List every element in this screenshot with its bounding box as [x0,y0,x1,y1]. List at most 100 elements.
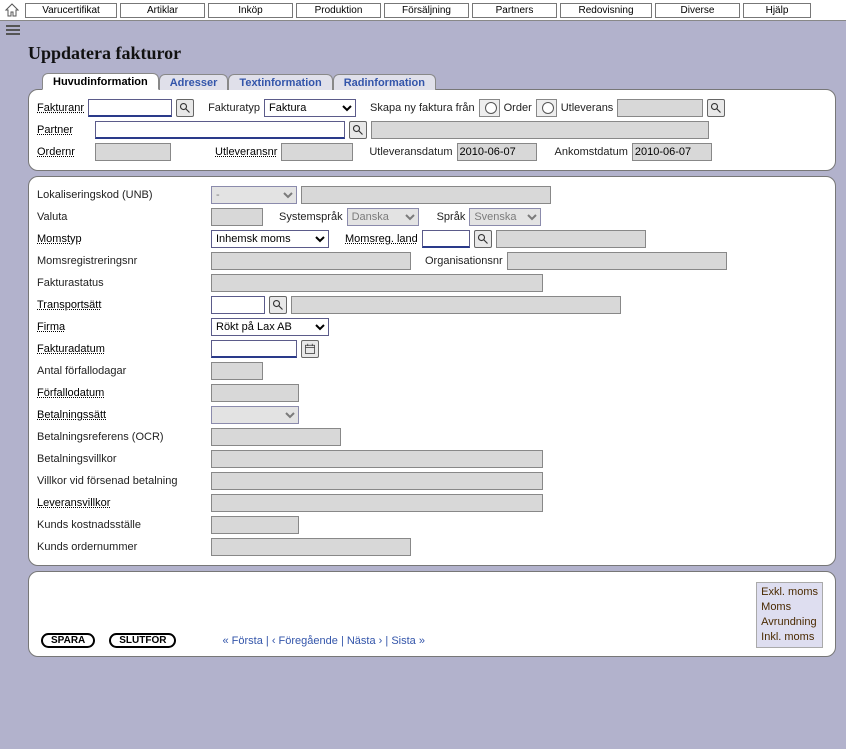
select-momstyp[interactable]: Inhemsk moms [211,230,329,248]
disabled-transportsatt-name [291,296,621,314]
lbl-ankomstdatum: Ankomstdatum [555,146,628,158]
select-sprak: Svenska [469,208,541,226]
select-systemsprak: Danska [347,208,419,226]
pager: « Första | ‹ Föregående | Nästa › | Sist… [222,635,424,647]
radio-utleverans[interactable] [542,102,554,114]
lbl-momsregnr: Momsregistreringsnr [37,255,207,267]
disabled-betvillkor [211,450,543,468]
search-fakturanr-icon[interactable] [176,99,194,117]
pager-last[interactable]: Sista » [391,635,425,647]
select-lokkod: - [211,186,297,204]
disabled-fakturastatus [211,274,543,292]
menu-partners[interactable]: Partners [472,3,557,18]
radio-order-wrap[interactable] [479,99,500,117]
menu-hjalp[interactable]: Hjälp [743,3,811,18]
menu-redovisning[interactable]: Redovisning [560,3,652,18]
select-betalningssatt [211,406,299,424]
pager-first[interactable]: « Första [222,635,262,647]
totals-exkl: Exkl. moms [761,585,818,600]
radio-order[interactable] [485,102,497,114]
tab-row: Huvudinformation Adresser Textinformatio… [42,72,836,89]
tab-textinformation[interactable]: Textinformation [228,74,332,90]
input-transportsatt[interactable] [211,296,265,314]
lbl-betalningssatt: Betalningssätt [37,409,207,421]
disabled-betref [211,428,341,446]
menu-inkop[interactable]: Inköp [208,3,293,18]
menu-forsaljning[interactable]: Försäljning [384,3,469,18]
disabled-momsregnr [211,252,411,270]
lbl-kundskost: Kunds kostnadsställe [37,519,207,531]
section-footer: SPARA SLUTFÖR « Första | ‹ Föregående | … [28,571,836,657]
input-momsregland[interactable] [422,230,470,248]
lbl-forfallodatum: Förfallodatum [37,387,207,399]
lbl-fakturanr: Fakturanr [37,102,84,114]
home-icon[interactable] [4,2,22,18]
disabled-partner-name [371,121,709,139]
radio-utleverans-wrap[interactable] [536,99,557,117]
disabled-valuta [211,208,263,226]
pager-next[interactable]: Nästa › [347,635,382,647]
lbl-lokkod: Lokaliseringskod (UNB) [37,189,207,201]
lbl-order: Order [504,102,532,114]
finish-button[interactable]: SLUTFÖR [109,633,176,648]
select-firma[interactable]: Rökt på Lax AB [211,318,329,336]
input-fakturanr[interactable] [88,99,172,117]
disabled-momsregland-name [496,230,646,248]
lbl-betvillkor: Betalningsvillkor [37,453,207,465]
lbl-utleverans: Utleverans [561,102,614,114]
tab-adresser[interactable]: Adresser [159,74,229,90]
page-title: Uppdatera fakturor [28,43,836,64]
disabled-lokkod-desc [301,186,551,204]
lbl-momstyp: Momstyp [37,233,207,245]
lbl-utleveransnr: Utleveransnr [215,146,277,158]
search-transportsatt-icon[interactable] [269,296,287,314]
input-partner[interactable] [95,121,345,139]
disabled-levvillkor [211,494,543,512]
save-button[interactable]: SPARA [41,633,95,648]
lbl-firma: Firma [37,321,207,333]
hamburger-icon[interactable] [6,22,24,38]
lbl-fakturatyp: Fakturatyp [208,102,260,114]
menu-produktion[interactable]: Produktion [296,3,381,18]
disabled-antal [211,362,263,380]
section-invoice-details: Lokaliseringskod (UNB) - Valuta Systemsp… [28,176,836,566]
lbl-momsregland: Momsreg. land [345,233,418,245]
section-invoice-header: Fakturanr Fakturatyp Faktura Skapa ny fa… [28,89,836,171]
lbl-systemsprak: Systemspråk [279,211,343,223]
search-momsregland-icon[interactable] [474,230,492,248]
totals-box: Exkl. moms Moms Avrundning Inkl. moms [756,582,823,648]
select-fakturatyp[interactable]: Faktura [264,99,356,117]
lbl-orgnr: Organisationsnr [425,255,503,267]
totals-moms: Moms [761,600,818,615]
tab-radinformation[interactable]: Radinformation [333,74,436,90]
lbl-skapa-ny-faktura: Skapa ny faktura från [370,102,475,114]
lbl-partner: Partner [37,124,91,136]
disabled-utleveransnr [281,143,353,161]
menu-varucertifikat[interactable]: Varucertifikat [25,3,117,18]
disabled-orgnr [507,252,727,270]
lbl-transportsatt: Transportsätt [37,299,207,311]
search-ref-icon[interactable] [707,99,725,117]
lbl-fakturadatum: Fakturadatum [37,343,207,355]
lbl-utleveransdatum: Utleveransdatum [369,146,452,158]
calendar-icon[interactable] [301,340,319,358]
disabled-forfallodatum [211,384,299,402]
pager-prev[interactable]: ‹ Föregående [272,635,338,647]
disabled-utleveransdatum: 2010-06-07 [457,143,537,161]
lbl-sprak: Språk [437,211,466,223]
disabled-ref [617,99,703,117]
menu-artiklar[interactable]: Artiklar [120,3,205,18]
tab-huvudinformation[interactable]: Huvudinformation [42,73,159,90]
disabled-kundskost [211,516,299,534]
search-partner-icon[interactable] [349,121,367,139]
disabled-ankomstdatum: 2010-06-07 [632,143,712,161]
totals-inkl: Inkl. moms [761,630,818,645]
disabled-villkorforsenad [211,472,543,490]
menu-diverse[interactable]: Diverse [655,3,740,18]
lbl-ordernr: Ordernr [37,146,91,158]
disabled-ordernr [95,143,171,161]
lbl-valuta: Valuta [37,211,207,223]
input-fakturadatum[interactable] [211,340,297,358]
lbl-fakturastatus: Fakturastatus [37,277,207,289]
lbl-betref: Betalningsreferens (OCR) [37,431,207,443]
